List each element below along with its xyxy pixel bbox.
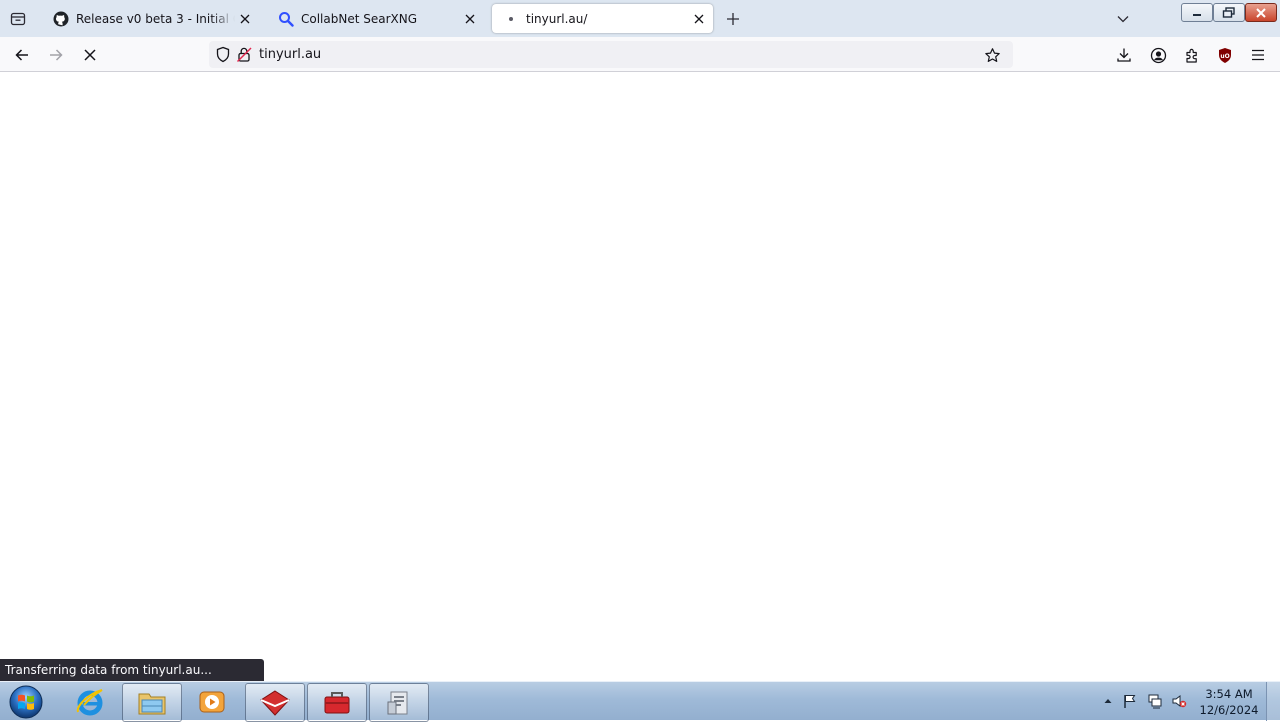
windows-explorer-icon[interactable]	[122, 683, 182, 722]
toolbox-app-icon[interactable]	[307, 683, 367, 722]
shield-icon[interactable]	[215, 46, 231, 67]
start-button-icon[interactable]	[6, 684, 46, 720]
volume-muted-icon[interactable]	[1171, 693, 1187, 709]
download-icon[interactable]	[1111, 42, 1137, 68]
clock-time: 3:54 AM	[1205, 687, 1253, 701]
close-tab-icon[interactable]	[235, 9, 255, 29]
page-content	[0, 72, 1280, 681]
url-bar[interactable]: tinyurl.au	[209, 41, 1013, 68]
show-hidden-icons-icon[interactable]	[1100, 693, 1116, 709]
tab-title: CollabNet SearXNG	[301, 11, 418, 26]
network-icon[interactable]	[1147, 693, 1163, 709]
file-app-icon[interactable]	[369, 683, 429, 722]
tab-github-release[interactable]: Release v0 beta 3 - Initial Open	[42, 4, 259, 33]
taskbar: 3:54 AM 12/6/2024	[0, 681, 1280, 722]
close-tab-icon[interactable]	[689, 9, 709, 29]
new-tab-icon[interactable]	[721, 8, 745, 30]
action-center-flag-icon[interactable]	[1122, 693, 1138, 709]
svg-text:uO: uO	[1220, 53, 1229, 60]
ublock-origin-icon[interactable]: uO	[1212, 42, 1238, 68]
dot-icon	[503, 11, 519, 27]
forward-arrow-icon[interactable]	[43, 42, 69, 68]
tab-tinyurl[interactable]: tinyurl.au/	[492, 4, 713, 33]
tab-searxng[interactable]: CollabNet SearXNG	[267, 4, 484, 33]
tab-title: tinyurl.au/	[526, 11, 588, 26]
list-all-tabs-icon[interactable]	[6, 8, 30, 30]
system-tray	[1095, 682, 1195, 721]
github-icon	[53, 11, 69, 27]
restore-icon[interactable]	[1213, 3, 1245, 22]
hamburger-menu-icon[interactable]	[1245, 42, 1271, 68]
status-panel: Transferring data from tinyurl.au...	[0, 659, 264, 681]
star-icon[interactable]	[982, 45, 1002, 65]
close-tab-icon[interactable]	[460, 9, 480, 29]
clock-date: 12/6/2024	[1199, 703, 1259, 717]
chevron-down-icon[interactable]	[1111, 8, 1135, 30]
puzzle-icon[interactable]	[1179, 42, 1205, 68]
media-player-icon[interactable]	[183, 683, 241, 720]
account-icon[interactable]	[1145, 42, 1171, 68]
internet-explorer-icon[interactable]	[61, 683, 119, 720]
url-text[interactable]: tinyurl.au	[259, 47, 321, 62]
tab-strip: Release v0 beta 3 - Initial Open CollabN…	[0, 0, 1280, 37]
system-clock[interactable]: 3:54 AM 12/6/2024	[1197, 686, 1261, 718]
show-desktop-button[interactable]	[1266, 682, 1280, 721]
navigation-toolbar: tinyurl.au uO	[0, 37, 1280, 72]
back-arrow-icon[interactable]	[9, 42, 35, 68]
search-icon	[278, 11, 294, 27]
tab-title: Release v0 beta 3 - Initial Open	[76, 11, 235, 26]
minimize-icon[interactable]	[1181, 3, 1213, 22]
red-app-icon[interactable]	[245, 683, 305, 722]
stop-loading-icon[interactable]	[77, 42, 103, 68]
close-window-icon[interactable]	[1245, 3, 1277, 22]
insecure-lock-icon[interactable]	[236, 46, 253, 67]
